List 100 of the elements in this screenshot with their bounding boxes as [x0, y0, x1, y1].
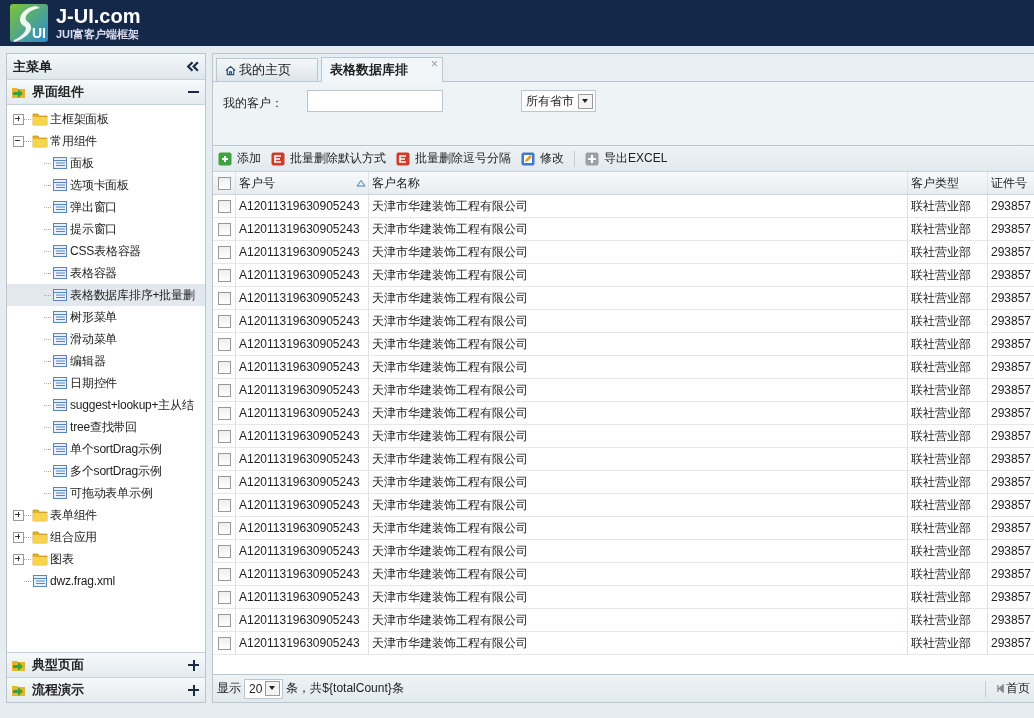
tab[interactable]: 我的主页 [216, 58, 318, 81]
row-checkbox[interactable] [217, 567, 231, 581]
tree-item[interactable]: tree查找带回 [7, 416, 205, 438]
tree-item[interactable]: 提示窗口 [7, 218, 205, 240]
row-checkbox[interactable] [217, 429, 231, 443]
page-icon [52, 243, 68, 259]
tree-item[interactable]: 可拖动表单示例 [7, 482, 205, 504]
column-header[interactable]: 客户类型 [908, 172, 988, 194]
page-icon [52, 375, 68, 391]
customer-input[interactable] [307, 90, 443, 112]
table-cell: 天津市华建装饰工程有限公司 [369, 471, 908, 493]
expander-icon[interactable] [13, 113, 24, 125]
tree-item[interactable]: 图表 [7, 548, 205, 570]
toolbar-button[interactable]: 导出EXCEL [585, 150, 668, 167]
row-checkbox[interactable] [217, 291, 231, 305]
accordion-header[interactable]: 界面组件 [7, 80, 205, 105]
row-checkbox[interactable] [217, 613, 231, 627]
row-checkbox[interactable] [217, 498, 231, 512]
tree-item[interactable]: 表格容器 [7, 262, 205, 284]
table-cell: A12011319630905243 [236, 356, 369, 378]
sort-ascending-icon[interactable] [356, 179, 366, 187]
row-checkbox[interactable] [217, 337, 231, 351]
table-cell: 天津市华建装饰工程有限公司 [369, 517, 908, 539]
row-checkbox[interactable] [217, 245, 231, 259]
add-icon [218, 151, 232, 166]
expander-icon[interactable] [13, 509, 24, 521]
row-checkbox[interactable] [217, 475, 231, 489]
tab[interactable]: 表格数据库排 × [321, 57, 443, 82]
accordion-header[interactable]: 流程演示 [7, 677, 205, 702]
table-cell: 联社营业部 [908, 310, 988, 332]
table-cell: A12011319630905243 [236, 195, 369, 217]
tree-item[interactable]: 表单组件 [7, 504, 205, 526]
row-checkbox[interactable] [217, 406, 231, 420]
expand-sign-icon[interactable] [188, 659, 199, 671]
dropdown-icon[interactable] [578, 93, 593, 109]
table-cell-text: 293857 [990, 474, 1033, 491]
collapse-icon[interactable] [186, 61, 199, 72]
row-checkbox[interactable] [217, 636, 231, 650]
tree-item[interactable]: 面板 [7, 152, 205, 174]
column-header[interactable]: 客户名称 [369, 172, 908, 194]
table-cell: 天津市华建装饰工程有限公司 [369, 609, 908, 631]
table-cell: A12011319630905243 [236, 471, 369, 493]
tree-item[interactable]: 编辑器 [7, 350, 205, 372]
province-select[interactable]: 所有省市 [521, 90, 596, 112]
tree-item[interactable]: 表格数据库排序+批量删 [7, 284, 205, 306]
expander-icon[interactable] [13, 531, 24, 543]
table-cell-text: 293857 [990, 543, 1033, 560]
row-checkbox[interactable] [217, 199, 231, 213]
tree-item[interactable]: 单个sortDrag示例 [7, 438, 205, 460]
toolbar-button[interactable]: 批量删除默认方式 [271, 150, 386, 167]
page-size-select[interactable]: 20 [244, 678, 284, 699]
tree-item[interactable]: 常用组件 [7, 130, 205, 152]
table-cell: 联社营业部 [908, 287, 988, 309]
table-cell: A12011319630905243 [236, 517, 369, 539]
tree-item[interactable]: 日期控件 [7, 372, 205, 394]
column-header[interactable]: 客户号 [236, 172, 369, 194]
column-header[interactable]: 证件号 [988, 172, 1034, 194]
accordion-header[interactable]: 典型页面 [7, 652, 205, 677]
tree-item[interactable]: CSS表格容器 [7, 240, 205, 262]
tree-item[interactable]: 弹出窗口 [7, 196, 205, 218]
edit-icon [521, 151, 535, 166]
row-checkbox[interactable] [217, 314, 231, 328]
row-checkbox[interactable] [217, 590, 231, 604]
page-icon [52, 397, 68, 413]
row-checkbox[interactable] [217, 222, 231, 236]
toolbar-button[interactable]: 修改 [521, 150, 564, 167]
table-cell: A12011319630905243 [236, 425, 369, 447]
expand-sign-icon[interactable] [188, 684, 199, 696]
first-page-button[interactable]: 首页 [997, 680, 1030, 697]
table-cell-text: 293857 [990, 290, 1033, 307]
table-cell: 天津市华建装饰工程有限公司 [369, 540, 908, 562]
table-cell: 天津市华建装饰工程有限公司 [369, 195, 908, 217]
table-cell: A12011319630905243 [236, 402, 369, 424]
table-cell: 天津市华建装饰工程有限公司 [369, 356, 908, 378]
table-cell: 联社营业部 [908, 471, 988, 493]
expander-icon[interactable] [13, 553, 24, 565]
tree-item[interactable]: 主框架面板 [7, 108, 205, 130]
row-checkbox[interactable] [217, 521, 231, 535]
tree-item[interactable]: 滑动菜单 [7, 328, 205, 350]
toolbar-button[interactable]: 添加 [218, 150, 261, 167]
expander-icon[interactable] [13, 135, 24, 147]
row-checkbox[interactable] [217, 383, 231, 397]
table-cell: 联社营业部 [908, 517, 988, 539]
row-checkbox[interactable] [217, 360, 231, 374]
site-name: J-UI.com [56, 5, 141, 27]
tree-item[interactable]: 树形菜单 [7, 306, 205, 328]
tree-item[interactable]: 多个sortDrag示例 [7, 460, 205, 482]
tree-item[interactable]: dwz.frag.xml [7, 570, 205, 592]
select-all-checkbox[interactable] [217, 176, 231, 190]
row-checkbox[interactable] [217, 268, 231, 282]
tree-item[interactable]: 选项卡面板 [7, 174, 205, 196]
home-icon [225, 64, 236, 76]
page-icon [52, 199, 68, 215]
toolbar-button[interactable]: 批量删除逗号分隔 [396, 150, 511, 167]
tree-item[interactable]: suggest+lookup+主从结 [7, 394, 205, 416]
tree-item[interactable]: 组合应用 [7, 526, 205, 548]
table-cell: 联社营业部 [908, 609, 988, 631]
dropdown-icon[interactable] [265, 681, 281, 696]
row-checkbox[interactable] [217, 452, 231, 466]
row-checkbox[interactable] [217, 544, 231, 558]
